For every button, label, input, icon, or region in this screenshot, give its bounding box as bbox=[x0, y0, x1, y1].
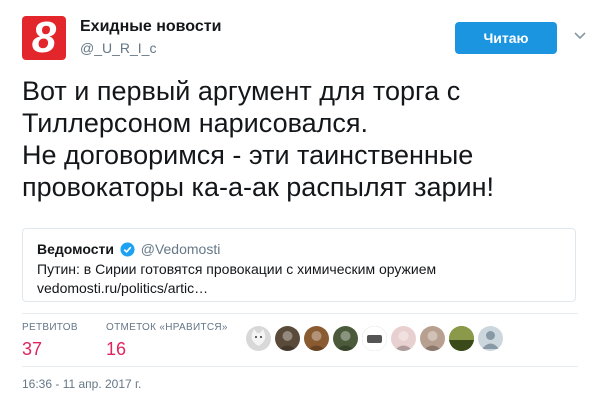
account-avatar[interactable]: 8 bbox=[22, 16, 66, 60]
tweet-line: Не договоримся - эти таинственные bbox=[22, 140, 474, 170]
likes-stat[interactable]: ОТМЕТОК «НРАВИТСЯ» 16 bbox=[106, 322, 228, 359]
person-avatar-icon[interactable] bbox=[333, 326, 358, 351]
person-avatar-icon[interactable] bbox=[391, 326, 416, 351]
tweet-text: Вот и первый аргумент для торга с Тиллер… bbox=[22, 75, 582, 203]
quoted-account-name: Ведомости bbox=[37, 241, 114, 257]
likes-count: 16 bbox=[106, 339, 127, 359]
avatar-logo-text: 8 bbox=[31, 16, 57, 60]
tweet-header: 8 Ехидные новости @_U_R_I_c Читаю bbox=[22, 16, 588, 60]
quoted-account-handle: @Vedomosti bbox=[140, 241, 221, 257]
person-avatar-icon[interactable] bbox=[304, 326, 329, 351]
account-handle[interactable]: @_U_R_I_c bbox=[80, 38, 221, 58]
object-avatar-icon[interactable] bbox=[362, 326, 387, 351]
quoted-tweet-link[interactable]: vedomosti.ru/politics/artic… bbox=[37, 279, 208, 297]
verified-badge-icon bbox=[120, 242, 135, 261]
divider bbox=[22, 313, 578, 314]
likes-label: ОТМЕТОК «НРАВИТСЯ» bbox=[106, 322, 228, 333]
follow-button[interactable]: Читаю bbox=[455, 22, 557, 54]
liker-avatars bbox=[246, 326, 507, 351]
default-egg-avatar-icon[interactable] bbox=[478, 326, 503, 351]
tweet-line: провокаторы ка-а-ак распылят зарин! bbox=[22, 172, 494, 202]
account-name[interactable]: Ехидные новости bbox=[80, 17, 221, 37]
divider bbox=[22, 366, 578, 367]
tweet-timestamp[interactable]: 16:36 - 11 апр. 2017 г. bbox=[22, 377, 141, 391]
person-avatar-icon[interactable] bbox=[420, 326, 445, 351]
tweet-line: Тиллерсоном нарисовался. bbox=[22, 108, 369, 138]
cat-avatar-icon[interactable] bbox=[246, 326, 271, 351]
quoted-tweet-card[interactable]: Ведомости @Vedomosti Путин: в Сирии гото… bbox=[22, 228, 576, 302]
account-names[interactable]: Ехидные новости @_U_R_I_c bbox=[80, 17, 221, 58]
quoted-tweet-text: Путин: в Сирии готовятся провокации с хи… bbox=[37, 261, 437, 277]
tweet-line: Вот и первый аргумент для торга с bbox=[22, 76, 461, 106]
retweets-stat[interactable]: РЕТВИТОВ 37 bbox=[22, 322, 78, 359]
quoted-tweet-header: Ведомости @Vedomosti bbox=[37, 240, 220, 261]
retweets-label: РЕТВИТОВ bbox=[22, 322, 78, 333]
person-avatar-icon[interactable] bbox=[275, 326, 300, 351]
retweets-count: 37 bbox=[22, 339, 43, 359]
chevron-down-icon[interactable] bbox=[572, 28, 588, 44]
landscape-avatar-icon[interactable] bbox=[449, 326, 474, 351]
